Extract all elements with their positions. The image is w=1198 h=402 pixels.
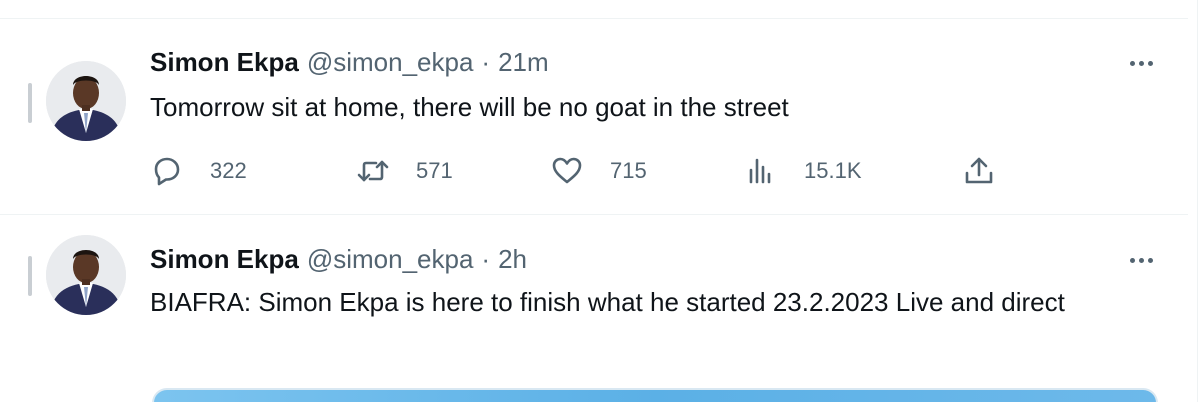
views-icon xyxy=(749,158,771,184)
tweet[interactable]: Simon Ekpa @simon_ekpa · 2h BIAFRA: Simo… xyxy=(0,216,1188,402)
share-button[interactable] xyxy=(962,151,996,191)
retweet-count: 571 xyxy=(416,158,453,183)
author-name[interactable]: Simon Ekpa xyxy=(150,244,299,275)
views-button[interactable]: 15.1K xyxy=(744,151,862,191)
tweet[interactable]: Simon Ekpa @simon_ekpa · 21m Tomorrow si… xyxy=(0,19,1188,215)
tweet-header: Simon Ekpa @simon_ekpa · 2h xyxy=(150,244,527,274)
more-icon[interactable] xyxy=(1124,250,1158,270)
heart-icon xyxy=(552,157,582,184)
tweet-media[interactable] xyxy=(152,388,1158,402)
timestamp[interactable]: 2h xyxy=(498,244,527,275)
avatar[interactable] xyxy=(46,235,126,315)
reply-icon xyxy=(154,157,180,186)
tweet-actions: 322 571 715 15.1K xyxy=(150,151,1010,191)
author-name[interactable]: Simon Ekpa xyxy=(150,47,299,78)
avatar-edge xyxy=(28,83,32,123)
views-count: 15.1K xyxy=(804,158,862,183)
timestamp[interactable]: 21m xyxy=(498,47,549,78)
share-icon xyxy=(965,157,993,184)
avatar-edge xyxy=(28,256,32,296)
more-icon[interactable] xyxy=(1124,53,1158,73)
reply-count: 322 xyxy=(210,158,247,183)
author-handle[interactable]: @simon_ekpa xyxy=(307,47,474,78)
like-count: 715 xyxy=(610,158,647,183)
timeline: Simon Ekpa @simon_ekpa · 21m Tomorrow si… xyxy=(0,0,1198,402)
tweet-text: Tomorrow sit at home, there will be no g… xyxy=(150,92,789,122)
tweet-header: Simon Ekpa @simon_ekpa · 21m xyxy=(150,47,549,77)
tweet-text: BIAFRA: Simon Ekpa is here to finish wha… xyxy=(150,287,1065,317)
like-button[interactable]: 715 xyxy=(550,151,647,191)
retweet-icon xyxy=(357,160,389,182)
author-handle[interactable]: @simon_ekpa xyxy=(307,244,474,275)
avatar[interactable] xyxy=(46,61,126,141)
separator: · xyxy=(481,244,491,274)
avatar-image xyxy=(46,235,126,315)
separator: · xyxy=(481,47,491,77)
reply-button[interactable]: 322 xyxy=(150,151,247,191)
retweet-button[interactable]: 571 xyxy=(356,151,453,191)
avatar-image xyxy=(46,61,126,141)
